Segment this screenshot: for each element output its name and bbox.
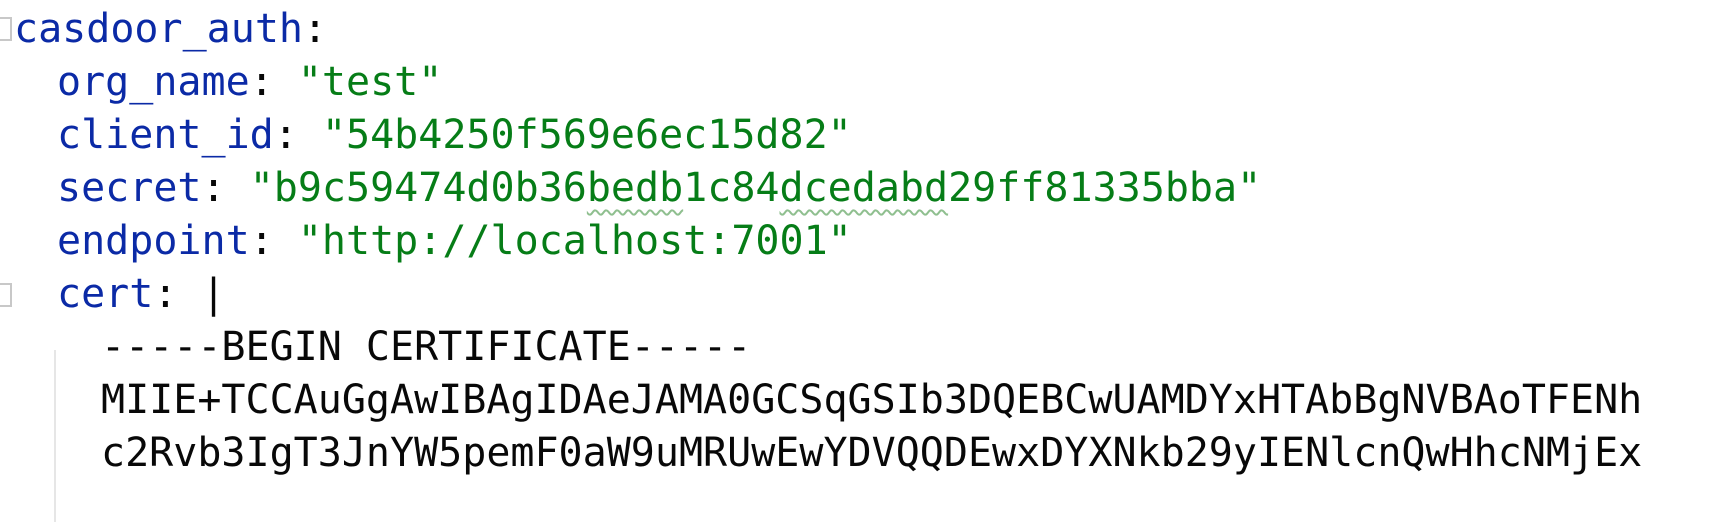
yaml-key: endpoint xyxy=(57,218,250,264)
yaml-string-value-part: "b9c59474d0b36 xyxy=(249,165,587,211)
colon: : xyxy=(249,218,274,264)
spellcheck-squiggle: dcedabd xyxy=(779,165,949,211)
spellcheck-squiggle: bedb xyxy=(586,165,684,211)
code-line-endpoint: endpoint: "http://localhost:7001" xyxy=(57,212,852,270)
code-line-secret: secret: "b9c59474d0b36bedb1c84dcedabd29f… xyxy=(57,159,1261,217)
cert-line: -----BEGIN CERTIFICATE----- xyxy=(101,324,752,370)
fold-marker-icon[interactable] xyxy=(0,17,12,41)
yaml-string-value: "http://localhost:7001" xyxy=(297,218,852,264)
yaml-string-value: "test" xyxy=(297,59,443,105)
yaml-key: secret xyxy=(57,165,202,211)
code-line-org-name: org_name: "test" xyxy=(57,53,442,111)
yaml-string-value: "54b4250f569e6ec15d82" xyxy=(321,112,852,158)
yaml-key: org_name xyxy=(57,59,250,105)
yaml-key: cert xyxy=(57,271,154,317)
colon: : xyxy=(153,271,178,317)
yaml-key: client_id xyxy=(57,112,274,158)
cert-line: c2Rvb3IgT3JnYW5pemF0aW9uMRUwEwYDVQQDEwxD… xyxy=(101,430,1643,476)
code-line-root: casdoor_auth: xyxy=(14,0,327,58)
yaml-string-value-part: 29ff81335bba" xyxy=(948,165,1262,211)
block-scalar-indicator: | xyxy=(201,271,226,317)
colon: : xyxy=(273,112,298,158)
colon: : xyxy=(201,165,226,211)
code-line-cert: cert: | xyxy=(57,265,226,323)
code-editor[interactable]: casdoor_auth: org_name: "test" client_id… xyxy=(0,0,1728,522)
indent-guide xyxy=(54,350,56,522)
fold-marker-icon[interactable] xyxy=(0,283,12,307)
colon: : xyxy=(302,6,328,52)
code-line-client-id: client_id: "54b4250f569e6ec15d82" xyxy=(57,106,852,164)
yaml-key: casdoor_auth xyxy=(14,6,303,52)
colon: : xyxy=(249,59,274,105)
cert-line: MIIE+TCCAuGgAwIBAgIDAeJAMA0GCSqGSIb3DQEB… xyxy=(101,377,1643,423)
yaml-string-value-part: 1c84 xyxy=(683,165,780,211)
